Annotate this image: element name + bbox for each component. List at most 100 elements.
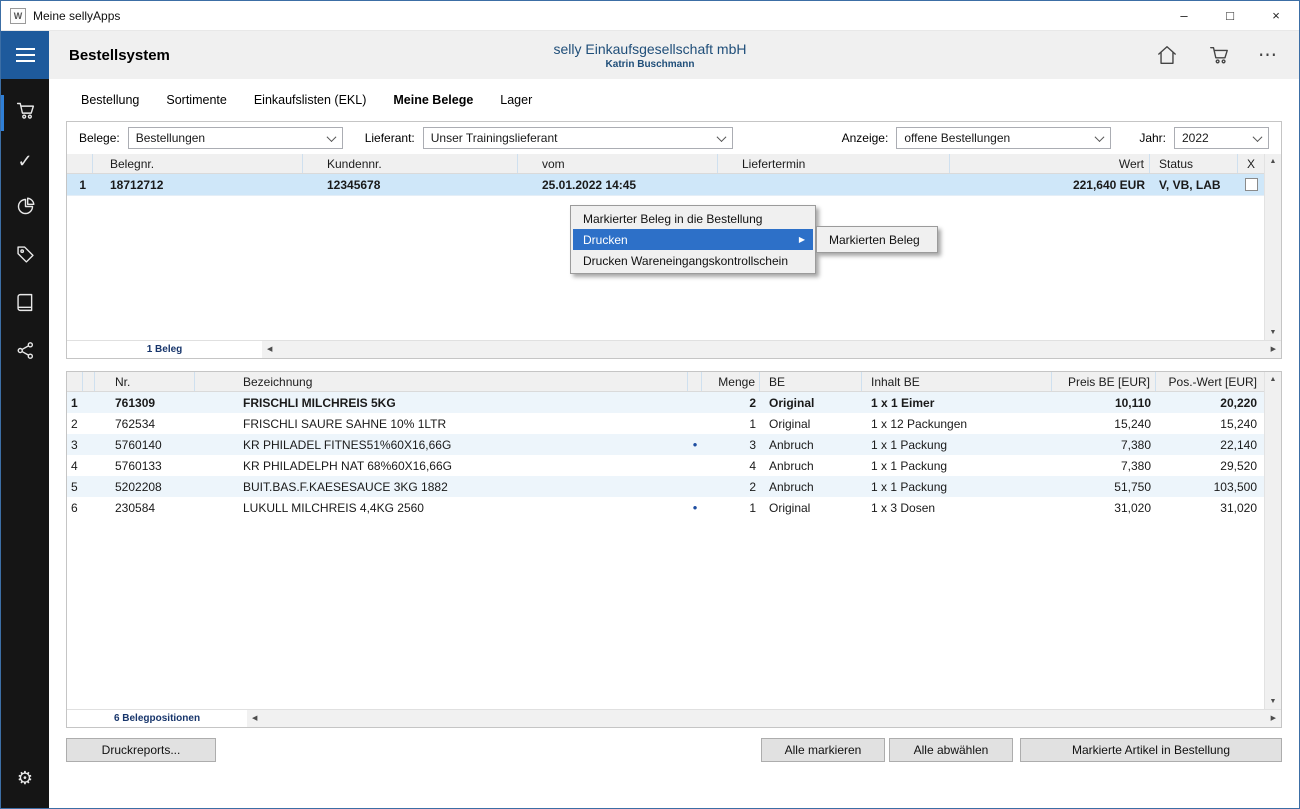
column-header-inhalt-be[interactable]: Inhalt BE <box>862 372 1052 391</box>
menu-item-label: Drucken Wareneingangskontrollschein <box>583 254 788 268</box>
cell-belegnr: 18712712 <box>93 174 303 195</box>
anzeige-dropdown[interactable]: offene Bestellungen <box>896 127 1111 149</box>
row-select-checkbox[interactable] <box>1245 178 1258 191</box>
column-header-belegnr[interactable]: Belegnr. <box>93 154 303 173</box>
scroll-right-icon[interactable]: ▶ <box>1271 715 1276 722</box>
column-header-liefertermin[interactable]: Liefertermin <box>718 154 950 173</box>
chevron-down-icon <box>1095 132 1105 142</box>
maximize-button[interactable]: □ <box>1207 1 1253 30</box>
column-header-nr[interactable]: Nr. <box>95 372 195 391</box>
scroll-down-icon[interactable]: ▼ <box>1270 694 1277 709</box>
app-header: Bestellsystem selly Einkaufsgesellschaft… <box>1 31 1299 79</box>
table-row[interactable]: 5 5202208 BUIT.BAS.F.KAESESAUCE 3KG 1882… <box>67 476 1264 497</box>
column-header-bezeichnung[interactable]: Bezeichnung <box>195 372 688 391</box>
table-row[interactable]: 3 5760140 KR PHILADEL FITNES51%60X16,66G… <box>67 434 1264 455</box>
column-header-wert[interactable]: Wert <box>950 154 1150 173</box>
sidebar-item-settings[interactable]: ⚙ <box>1 754 49 802</box>
company-name: selly Einkaufsgesellschaft mbH <box>554 41 747 57</box>
positionen-horizontal-scrollbar[interactable]: ◀ ▶ <box>247 710 1281 727</box>
cell-preis-be: 10,110 <box>1052 392 1156 413</box>
lieferant-dropdown[interactable]: Unser Trainingslieferant <box>423 127 733 149</box>
cell-bezeichnung: LUKULL MILCHREIS 4,4KG 2560 <box>195 497 688 518</box>
tab-lager[interactable]: Lager <box>500 93 532 107</box>
column-header-be[interactable]: BE <box>760 372 862 391</box>
main-content: Bestellung Sortimente Einkaufslisten (EK… <box>49 79 1299 808</box>
tab-meine-belege[interactable]: Meine Belege <box>393 93 473 107</box>
menu-item-drucken-wareneingangskontrollschein[interactable]: Drucken Wareneingangskontrollschein <box>573 250 813 271</box>
column-header-preis-be[interactable]: Preis BE [EUR] <box>1052 372 1156 391</box>
cell-preis-be: 15,240 <box>1052 413 1156 434</box>
menu-item-drucken[interactable]: Drucken ▶ <box>573 229 813 250</box>
alle-abwaehlen-button[interactable]: Alle abwählen <box>889 738 1013 762</box>
module-title: Bestellsystem <box>69 47 170 64</box>
cell-menge: 1 <box>702 497 760 518</box>
column-header-x[interactable]: X <box>1238 154 1264 173</box>
table-row[interactable]: 1 18712712 12345678 25.01.2022 14:45 221… <box>67 174 1264 196</box>
table-row[interactable]: 6 230584 LUKULL MILCHREIS 4,4KG 2560 • 1… <box>67 497 1264 518</box>
menu-item-markierten-beleg[interactable]: Markierten Beleg <box>819 229 935 250</box>
cell-menge: 3 <box>702 434 760 455</box>
pie-chart-icon <box>15 196 36 222</box>
belege-horizontal-scrollbar[interactable]: ◀ ▶ <box>262 341 1281 358</box>
scroll-right-icon[interactable]: ▶ <box>1271 346 1276 353</box>
cell-preis-be: 51,750 <box>1052 476 1156 497</box>
scroll-down-icon[interactable]: ▼ <box>1270 325 1277 340</box>
cell-menge: 2 <box>702 392 760 413</box>
positionen-vertical-scrollbar[interactable]: ▲ ▼ <box>1264 372 1281 709</box>
context-menu: Markierter Beleg in die Bestellung Druck… <box>570 205 816 274</box>
cell-inhalt-be: 1 x 3 Dosen <box>862 497 1052 518</box>
more-options-icon[interactable]: ⋯ <box>1258 46 1277 65</box>
column-header-status[interactable]: Status <box>1150 154 1238 173</box>
info-dot-icon: • <box>693 501 698 514</box>
filter-bar: Belege: Bestellungen Lieferant: Unser Tr… <box>67 122 1281 154</box>
belege-dropdown-value: Bestellungen <box>136 131 205 145</box>
positionen-count: 6 Belegpositionen <box>67 710 247 727</box>
cell-nr: 5760133 <box>95 455 195 476</box>
close-button[interactable]: × <box>1253 1 1299 30</box>
column-header-pos-wert[interactable]: Pos.-Wert [EUR] <box>1156 372 1264 391</box>
jahr-dropdown-value: 2022 <box>1182 131 1209 145</box>
hamburger-menu-button[interactable] <box>1 31 49 79</box>
markierte-artikel-in-bestellung-button[interactable]: Markierte Artikel in Bestellung <box>1020 738 1282 762</box>
positionen-panel-footer: 6 Belegpositionen ◀ ▶ <box>67 709 1281 727</box>
tab-sortimente[interactable]: Sortimente <box>166 93 226 107</box>
tab-bestellung[interactable]: Bestellung <box>81 93 139 107</box>
sidebar-item-statistics[interactable] <box>1 185 49 233</box>
table-row[interactable]: 1 761309 FRISCHLI MILCHREIS 5KG 2 Origin… <box>67 392 1264 413</box>
sidebar-item-tasks[interactable]: ✓ <box>1 137 49 185</box>
user-name: Katrin Buschmann <box>606 59 695 70</box>
minimize-button[interactable]: – <box>1161 1 1207 30</box>
info-dot-icon: • <box>693 438 698 451</box>
sidebar-item-bestellsystem[interactable] <box>1 89 49 137</box>
app-icon: W <box>10 8 26 24</box>
cell-preis-be: 31,020 <box>1052 497 1156 518</box>
scroll-up-icon[interactable]: ▲ <box>1270 372 1277 387</box>
belege-dropdown[interactable]: Bestellungen <box>128 127 343 149</box>
jahr-dropdown[interactable]: 2022 <box>1174 127 1269 149</box>
chevron-down-icon <box>326 132 336 142</box>
alle-markieren-button[interactable]: Alle markieren <box>761 738 885 762</box>
row-number: 1 <box>67 392 83 413</box>
column-header-kundennr[interactable]: Kundennr. <box>303 154 518 173</box>
belege-table-header: Belegnr. Kundennr. vom Liefertermin Wert… <box>67 154 1264 174</box>
cell-status: V, VB, LAB <box>1150 174 1238 195</box>
home-icon[interactable] <box>1154 42 1180 68</box>
scroll-left-icon[interactable]: ◀ <box>252 715 257 722</box>
druckreports-button[interactable]: Druckreports... <box>66 738 216 762</box>
cart-icon[interactable] <box>1206 42 1232 68</box>
tab-einkaufslisten[interactable]: Einkaufslisten (EKL) <box>254 93 367 107</box>
scroll-up-icon[interactable]: ▲ <box>1270 154 1277 169</box>
column-header-menge[interactable]: Menge <box>702 372 760 391</box>
table-row[interactable]: 4 5760133 KR PHILADELPH NAT 68%60X16,66G… <box>67 455 1264 476</box>
column-header-vom[interactable]: vom <box>518 154 718 173</box>
cell-inhalt-be: 1 x 12 Packungen <box>862 413 1052 434</box>
table-row[interactable]: 2 762534 FRISCHLI SAURE SAHNE 10% 1LTR 1… <box>67 413 1264 434</box>
scroll-left-icon[interactable]: ◀ <box>267 346 272 353</box>
row-number: 4 <box>67 455 83 476</box>
belege-vertical-scrollbar[interactable]: ▲ ▼ <box>1264 154 1281 340</box>
menu-item-markierter-beleg-in-bestellung[interactable]: Markierter Beleg in die Bestellung <box>573 208 813 229</box>
sidebar-item-network[interactable] <box>1 329 49 377</box>
price-tag-icon <box>15 244 36 270</box>
sidebar-item-catalog[interactable] <box>1 281 49 329</box>
sidebar-item-prices[interactable] <box>1 233 49 281</box>
